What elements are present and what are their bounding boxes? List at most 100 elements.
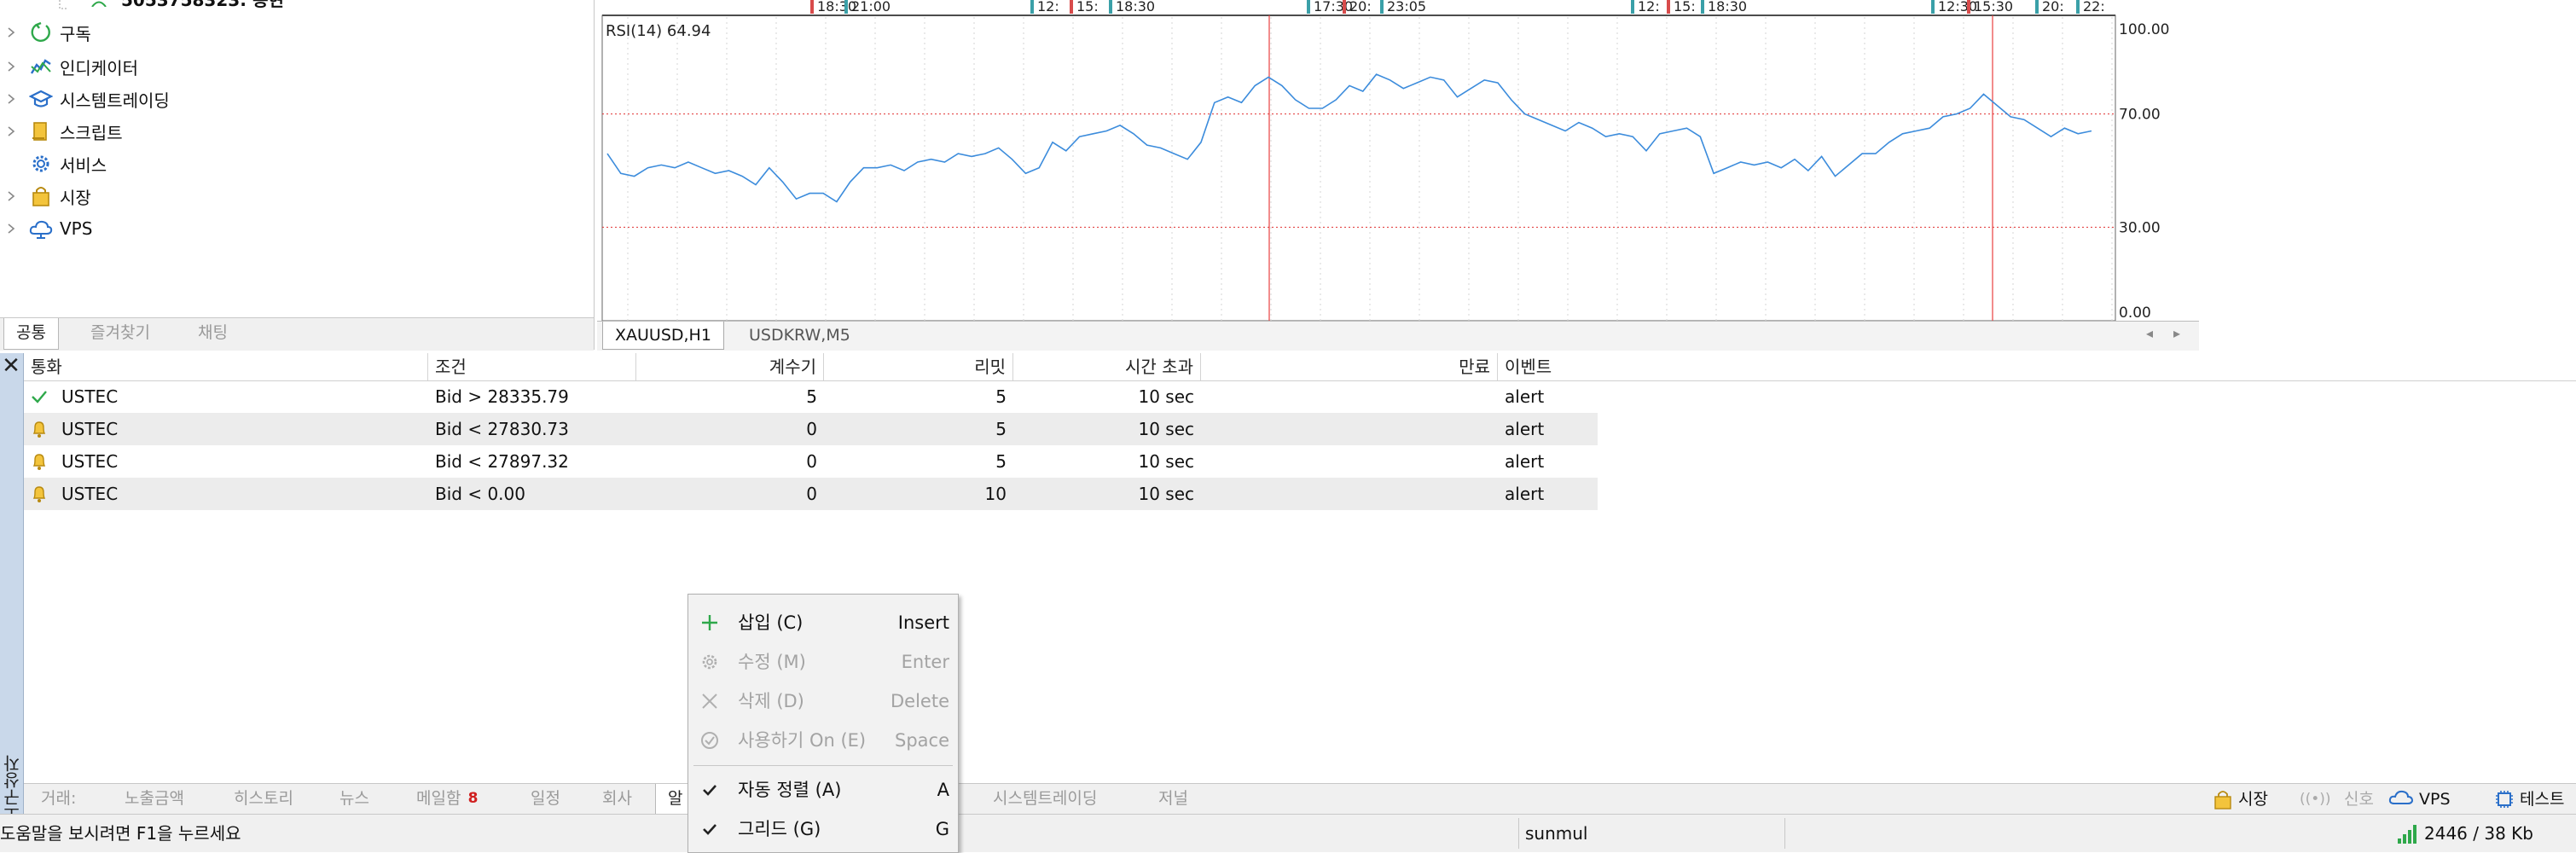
nav-item-vps[interactable]: VPS [0, 213, 589, 244]
expand-arrow-icon[interactable] [7, 26, 15, 38]
expand-arrow-icon[interactable] [7, 223, 15, 235]
subscription-icon [31, 21, 50, 42]
scroll-left-icon[interactable]: ◂ [2146, 325, 2153, 341]
table-row[interactable]: USTEC Bid < 27897.32 0 5 10 sec alert [24, 445, 1598, 478]
limit-cell: 5 [995, 386, 1007, 407]
shopping-bag-icon [2214, 791, 2231, 809]
close-icon[interactable]: ✕ [0, 353, 22, 379]
cloud-icon [2388, 790, 2414, 804]
nav-item-services[interactable]: 서비스 [0, 148, 589, 179]
gear-icon [32, 155, 49, 172]
menu-item-shortcut: A [937, 780, 949, 800]
bell-icon [32, 421, 46, 438]
table-row[interactable]: USTEC Bid > 28335.79 5 5 10 sec alert [24, 380, 1598, 413]
tab-exposure[interactable]: 노출금액 [113, 784, 196, 815]
chip-icon [2496, 791, 2513, 808]
expand-arrow-icon[interactable] [7, 93, 15, 105]
column-header[interactable]: 만료 [1201, 353, 1498, 380]
nav-item-expert-advisors[interactable]: 시스템트레이딩 [0, 84, 589, 114]
expand-arrow-icon[interactable] [7, 61, 15, 73]
gear-icon [702, 654, 717, 670]
traffic-text: 2446 / 38 Kb [2424, 823, 2533, 844]
table-row[interactable]: USTEC Bid < 0.00 0 10 10 sec alert [24, 478, 1598, 510]
checkmark-icon [703, 785, 717, 796]
chart-tab-xauusd[interactable]: XAUUSD,H1 [602, 322, 724, 350]
menu-item-grid[interactable]: 그리드 (G) G [688, 809, 958, 849]
time-marker [1931, 0, 1935, 14]
menu-item-delete[interactable]: 삭제 (D) Delete [688, 682, 958, 721]
checkmark-icon [32, 391, 47, 403]
menu-item-enable[interactable]: 사용하기 On (E) Space [688, 721, 958, 760]
chart-tab-usdkrw[interactable]: USDKRW,M5 [737, 322, 862, 349]
time-label: 18:30 [1116, 0, 1155, 15]
column-header[interactable]: 조건 [428, 353, 636, 380]
status-divider [1518, 818, 1519, 849]
tab-journal[interactable]: 저널 [1146, 784, 1200, 815]
limit-cell: 5 [995, 451, 1007, 472]
scroll-right-icon[interactable]: ▸ [2173, 325, 2180, 341]
tab-history[interactable]: 히스토리 [222, 784, 305, 815]
time-label: 15: [1674, 0, 1696, 15]
column-header[interactable]: 계수기 [636, 353, 824, 380]
table-row[interactable]: USTEC Bid < 27830.73 0 5 10 sec alert [24, 413, 1598, 445]
time-label: 18:30 [1708, 0, 1747, 15]
symbol-cell: USTEC [61, 484, 119, 504]
script-icon [32, 122, 47, 141]
time-marker [1667, 0, 1670, 14]
account-tree-item[interactable]: 5053758323: 송현 [75, 0, 331, 10]
tab-calendar[interactable]: 일정 [519, 784, 572, 815]
alerts-table: 통화 조건 계수기 리밋 시간 초과 만료 이벤트 USTEC Bid > 28… [24, 353, 2576, 783]
column-header[interactable]: 통화 [24, 353, 428, 380]
shopping-bag-icon [32, 187, 49, 206]
nav-item-label: 인디케이터 [60, 57, 138, 78]
expand-arrow-icon[interactable] [7, 190, 15, 202]
nav-item-market[interactable]: 시장 [0, 181, 589, 212]
tab-favorites[interactable]: 즐겨찾기 [78, 318, 162, 349]
tab-company[interactable]: 회사 [590, 784, 644, 815]
check-circle-icon [701, 732, 718, 749]
time-marker [2035, 0, 2039, 14]
rsi-chart[interactable]: 100.00 70.00 30.00 0.00 18:30 21:00 12: 15: 18:… [597, 0, 2199, 350]
time-marker [1380, 0, 1384, 14]
menu-item-label: 자동 정렬 (A) [738, 780, 842, 800]
expand-arrow-icon[interactable] [7, 125, 15, 137]
limit-cell: 10 [984, 484, 1007, 504]
nav-item-label: 서비스 [60, 154, 107, 176]
tab-mailbox[interactable]: 메일함 8 [404, 784, 491, 815]
nav-item-subscription[interactable]: 구독 [0, 17, 589, 48]
menu-item-shortcut: Insert [897, 612, 949, 633]
nav-item-label: 시스템트레이딩 [60, 90, 170, 111]
event-cell: alert [1505, 451, 1545, 472]
time-label: 12: [1037, 0, 1059, 15]
time-label: 15: [1076, 0, 1099, 15]
limit-cell: 5 [995, 419, 1007, 439]
time-label: 12: [1638, 0, 1660, 15]
expiry-cell [1201, 380, 1498, 413]
nav-item-label: 구독 [60, 23, 91, 44]
time-marker [1343, 0, 1346, 14]
timeout-cell: 10 sec [1138, 484, 1194, 504]
nav-item-indicators[interactable]: 인디케이터 [0, 51, 589, 82]
time-label: 17:30 [1314, 0, 1353, 15]
menu-item-insert[interactable]: 삽입 (C) Insert [688, 603, 958, 642]
column-header[interactable]: 이벤트 [1498, 353, 1598, 380]
time-marker [1030, 0, 1034, 14]
account-label: 5053758323: 송현 [121, 0, 284, 10]
tab-trade[interactable]: 거래: [29, 784, 88, 815]
menu-item-auto-arrange[interactable]: 자동 정렬 (A) A [688, 770, 958, 809]
signal-icon: ((•)) [2300, 791, 2331, 808]
menu-item-shortcut: Space [895, 730, 949, 751]
time-marker [1701, 0, 1704, 14]
nav-item-scripts[interactable]: 스크립트 [0, 116, 589, 147]
menu-item-shortcut: Delete [891, 691, 949, 711]
tab-chat[interactable]: 채팅 [186, 318, 240, 349]
tab-news[interactable]: 뉴스 [328, 784, 381, 815]
menu-item-modify[interactable]: 수정 (M) Enter [688, 642, 958, 682]
status-bar: 도움말을 보시려면 F1을 누르세요 sunmul 2446 / 38 Kb [0, 814, 2576, 852]
column-header[interactable]: 시간 초과 [1013, 353, 1201, 380]
tab-expert-advisors[interactable]: 시스템트레이딩 [981, 784, 1109, 815]
time-marker [810, 0, 814, 14]
menu-item-label: 그리드 (G) [738, 819, 821, 839]
tab-common[interactable]: 공통 [3, 318, 59, 350]
column-header[interactable]: 리밋 [824, 353, 1013, 380]
